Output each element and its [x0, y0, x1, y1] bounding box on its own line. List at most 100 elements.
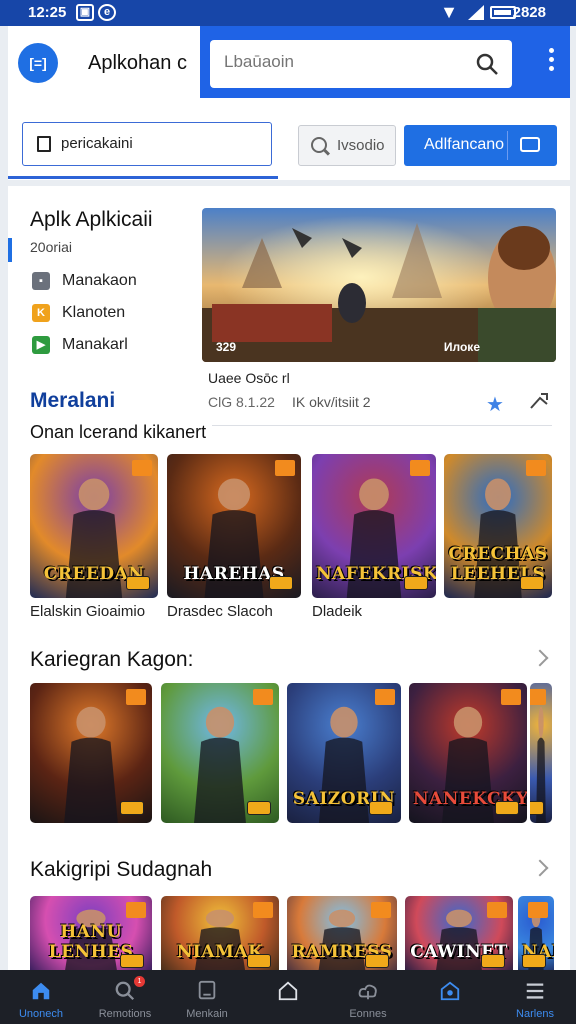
price-chip-icon [247, 954, 271, 968]
active-tab-indicator [8, 176, 278, 179]
price-chip-icon [481, 954, 505, 968]
document-icon [37, 136, 51, 152]
app-header: [=] Aplkohan c Ivsodio Adlfancano [8, 26, 570, 180]
age-rating-icon [253, 689, 273, 705]
game-card[interactable]: RAMRESS [287, 896, 397, 970]
primary-button-label: Adlfancano [424, 136, 505, 153]
share-icon[interactable] [528, 390, 550, 412]
price-chip-icon [522, 954, 546, 968]
nav-tab-label: Narlens [516, 1008, 554, 1020]
game-card[interactable] [30, 683, 152, 823]
category-label: Manakaon [62, 272, 137, 289]
nav-tab-0[interactable]: Unonech [0, 970, 82, 1024]
featured-subtitle: 20oriai [30, 239, 73, 255]
chevron-right-icon[interactable] [531, 859, 549, 877]
search-input[interactable] [224, 52, 464, 72]
status-bar: 12:25 ▣ e ▼ 2828 [0, 0, 576, 26]
banner-meta-1: ClG 8.1.22 [208, 394, 275, 410]
nav-tab-2[interactable]: Menkain [166, 970, 248, 1024]
nav-tab-3[interactable] [247, 970, 329, 1024]
game-card[interactable]: HAREHAS [167, 454, 301, 598]
price-chip-icon [520, 576, 544, 590]
house-outline-icon [278, 981, 298, 1001]
age-rating-icon [410, 460, 430, 476]
nav-tab-4[interactable]: Eonnes [327, 970, 409, 1024]
price-chip-icon [120, 801, 144, 815]
tablet-icon [198, 980, 216, 1000]
game-row-2: SAIZORIN NANEKCKY [8, 683, 570, 823]
window-icon[interactable] [520, 137, 540, 152]
section-title: Meralani [30, 389, 116, 412]
category-item-2[interactable]: ▶ Manakarl [30, 334, 190, 366]
game-card[interactable]: HANU LENHES [30, 896, 152, 970]
category-label: Klanoten [62, 304, 126, 321]
category-item-0[interactable]: ▪ Manakaon [30, 270, 190, 302]
banner-artwork [202, 208, 556, 362]
menu-icon [526, 983, 544, 999]
game-title[interactable]: Dladeik [312, 603, 362, 620]
featured-banner[interactable]: 329 Илоке [202, 208, 556, 362]
age-rating-icon [530, 689, 546, 705]
game-card[interactable]: NIAMAK [161, 896, 279, 970]
search-icon[interactable] [474, 51, 500, 77]
signal-icon [468, 5, 484, 20]
nav-tab-label: Remotions [98, 1008, 152, 1020]
nav-tab-label: Unonech [18, 1008, 64, 1020]
banner-label-left: 329 [216, 340, 237, 354]
game-card[interactable]: CRECHAS LEEHELS [444, 454, 552, 598]
primary-action-button[interactable]: Adlfancano [404, 125, 557, 166]
photo-icon: ▣ [76, 4, 94, 21]
query-field[interactable] [22, 122, 272, 166]
kebab-icon[interactable] [546, 48, 556, 78]
game-title[interactable]: Drasdec Slacoh [167, 603, 273, 620]
age-rating-icon [126, 902, 146, 918]
price-chip-icon [126, 576, 150, 590]
nav-tab-1[interactable]: 1 Remotions [84, 970, 166, 1024]
category-label: Manakarl [62, 336, 128, 353]
secondary-button-label: Ivsodio [337, 137, 385, 154]
secondary-search-button[interactable]: Ivsodio [298, 125, 396, 166]
game-card[interactable] [161, 683, 279, 823]
notification-badge: 1 [134, 976, 145, 987]
price-chip-icon [269, 576, 293, 590]
chevron-right-icon[interactable] [531, 649, 549, 667]
age-rating-icon [275, 460, 295, 476]
age-rating-icon [487, 902, 507, 918]
game-card[interactable]: CAWINET [405, 896, 513, 970]
price-chip-icon [365, 954, 389, 968]
banner-meta-2: IK okv/itsiit 2 [292, 394, 371, 410]
banner-label-right: Илоке [443, 340, 480, 354]
age-rating-icon [501, 689, 521, 705]
game-card[interactable]: NANEKCKY [409, 683, 527, 823]
game-card[interactable]: NAN [518, 896, 554, 970]
home-icon [32, 982, 50, 1000]
search-box[interactable] [210, 40, 512, 88]
price-chip-icon [404, 576, 428, 590]
query-input[interactable] [61, 135, 261, 152]
cloud-icon [358, 984, 377, 1000]
game-card[interactable]: SAIZORIN [287, 683, 401, 823]
nav-tab-5[interactable] [409, 970, 491, 1024]
chat-icon: e [98, 4, 116, 21]
game-card[interactable]: NAFEKRISK [312, 454, 436, 598]
status-time: 12:25 [28, 4, 67, 21]
age-rating-icon [253, 902, 273, 918]
search-bar [200, 26, 570, 98]
nav-tab-label: Menkain [186, 1008, 228, 1020]
nav-tab-label: Eonnes [349, 1008, 387, 1020]
section-marker [8, 238, 12, 262]
age-rating-icon [132, 460, 152, 476]
section-subtitle: Onan lcerand kikanert [30, 422, 213, 443]
game-title[interactable]: Elalskin Gioaimio [30, 603, 145, 620]
price-chip-icon [369, 801, 393, 815]
nav-tab-6[interactable]: Narlens [494, 970, 576, 1024]
age-rating-icon [371, 902, 391, 918]
game-card[interactable]: CREEDAN [30, 454, 158, 598]
category-item-1[interactable]: K Klanoten [30, 302, 190, 334]
age-rating-icon [528, 902, 548, 918]
app-logo[interactable]: [=] [18, 43, 58, 83]
game-card[interactable] [530, 683, 552, 823]
star-icon[interactable]: ★ [486, 392, 504, 417]
category-list: ▪ Manakaon K Klanoten ▶ Manakarl [30, 270, 190, 366]
section-title: Kakigripi Sudagnah [30, 858, 213, 881]
